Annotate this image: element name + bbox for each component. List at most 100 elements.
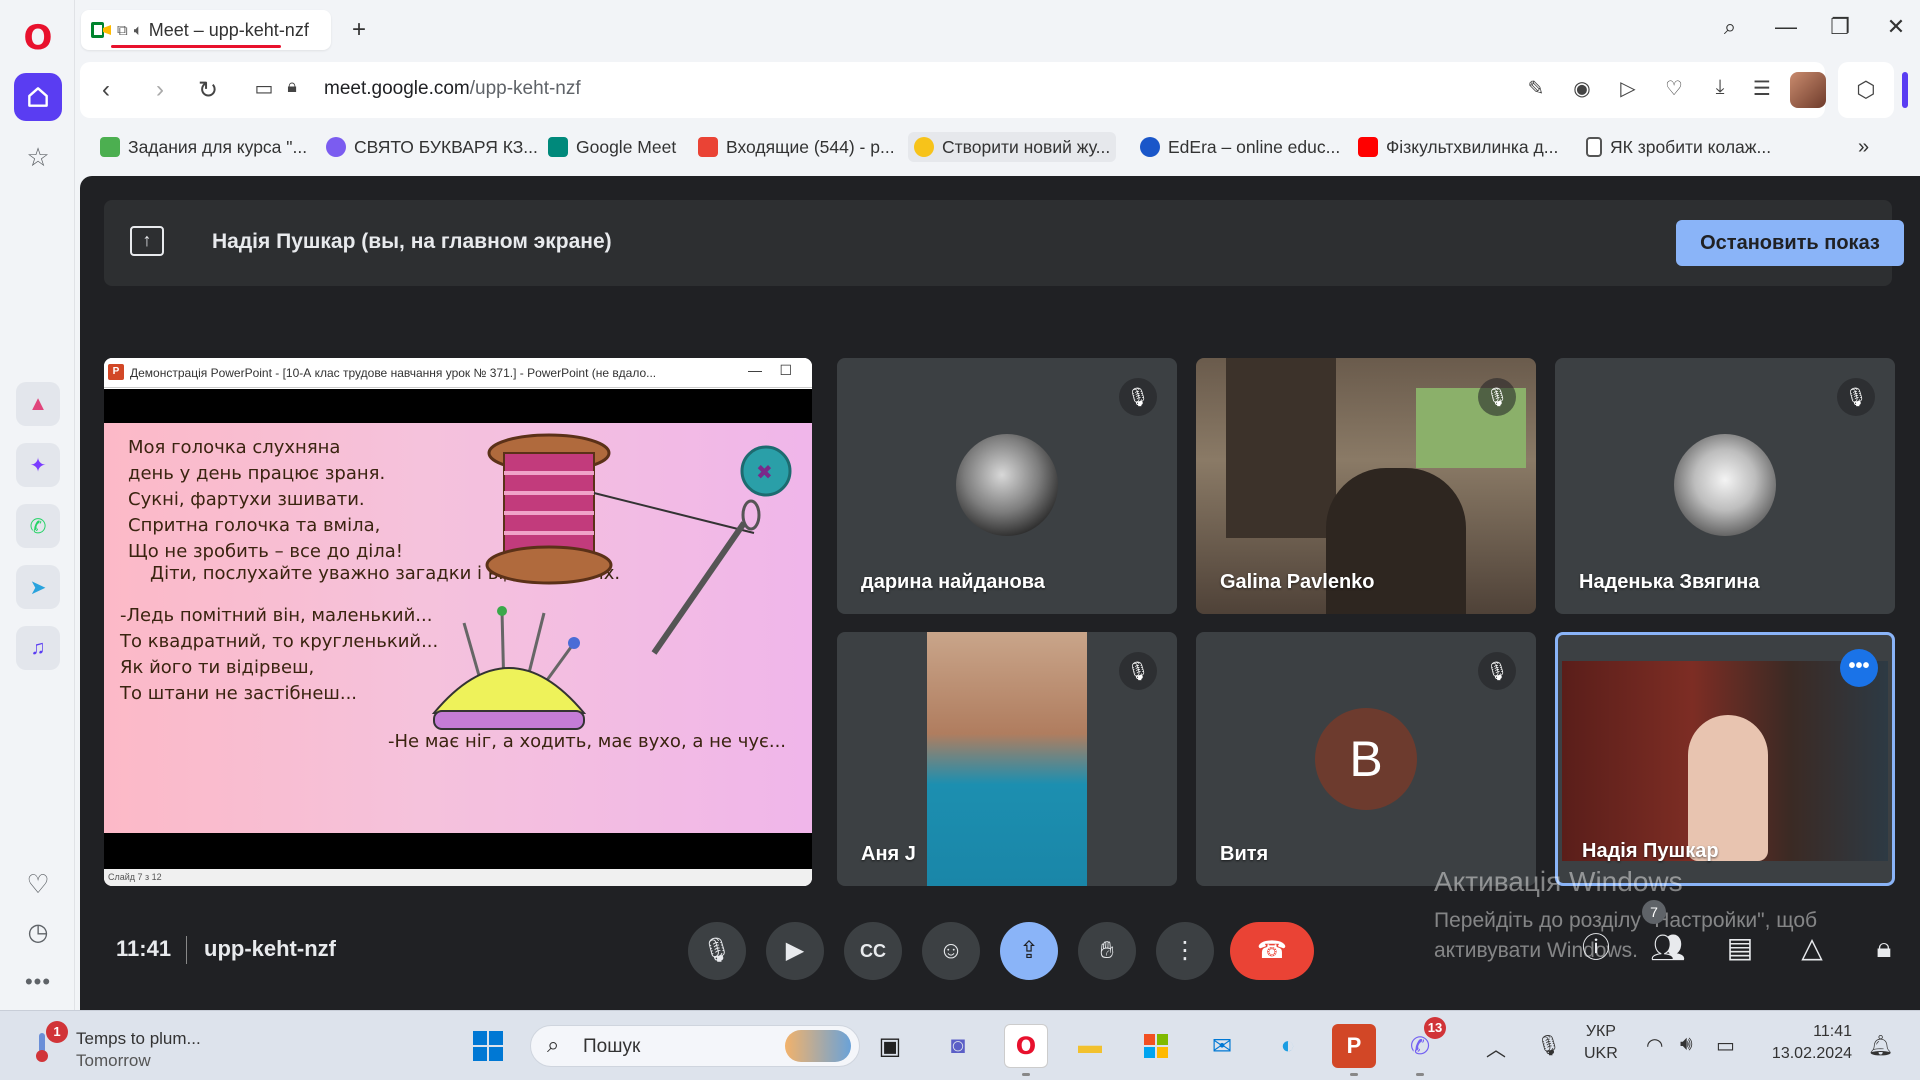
powerpoint-taskbar-icon[interactable]: P xyxy=(1332,1024,1376,1068)
present-screen-icon: ↑ xyxy=(130,226,164,256)
reload-icon[interactable]: ↻ xyxy=(194,76,222,105)
participant-tile[interactable]: 🎙︎ Аня J xyxy=(837,632,1177,886)
lock-icon[interactable]: 🔒︎ xyxy=(278,76,306,97)
search-tabs-icon[interactable]: ⌕ xyxy=(1715,14,1745,40)
bookmark-item[interactable]: Google Meet xyxy=(542,132,682,162)
bookmark-item[interactable]: СВЯТО БУКВАРЯ КЗ... xyxy=(320,132,544,162)
meeting-details-icon[interactable]: ⓘ xyxy=(1576,928,1616,968)
volume-icon[interactable]: 🔊︎ xyxy=(1680,1033,1693,1056)
home-icon[interactable] xyxy=(14,73,62,121)
stop-presenting-button[interactable]: Остановить показ xyxy=(1676,220,1904,266)
google-meet-icon xyxy=(548,137,568,157)
easy-setup-icon[interactable]: ☰ xyxy=(1748,76,1776,101)
tray-overflow-icon[interactable]: ︿ xyxy=(1486,1033,1506,1062)
raise-hand-button[interactable]: ✋︎ xyxy=(1078,922,1136,980)
emoji-button[interactable]: ☺ xyxy=(922,922,980,980)
task-view-icon[interactable]: ▣ xyxy=(868,1024,912,1068)
bookmark-item[interactable]: Створити новий жу... xyxy=(908,132,1117,162)
sidebar-accent xyxy=(1902,72,1908,108)
mail-icon[interactable]: ✉ xyxy=(1200,1024,1244,1068)
bookmark-item[interactable]: EdEra – online educ... xyxy=(1134,132,1346,162)
taskbar-search[interactable]: ⌕ Пошук xyxy=(530,1025,860,1067)
start-icon[interactable] xyxy=(466,1024,510,1068)
minimize-button[interactable]: — xyxy=(1771,14,1801,40)
store-icon[interactable] xyxy=(1134,1024,1178,1068)
classroom-icon xyxy=(100,137,120,157)
notifications-icon[interactable]: 🔔︎ xyxy=(1868,1033,1893,1058)
weather-text: Temps to plum... xyxy=(76,1029,201,1048)
messenger-icon[interactable]: ✦ xyxy=(16,443,60,487)
opera-menu-icon[interactable]: O xyxy=(14,14,62,62)
history-icon[interactable]: ◷ xyxy=(14,908,62,956)
windows-taskbar: 1 Temps to plum... Tomorrow ⌕ Пошук ▣ ◙ … xyxy=(0,1010,1920,1080)
people-icon[interactable]: 👥︎ xyxy=(1648,928,1688,968)
restore-button[interactable]: ❐ xyxy=(1825,14,1855,40)
battery-icon[interactable]: ▭ xyxy=(1716,1033,1735,1058)
meeting-time: 11:41 xyxy=(116,936,172,961)
host-controls-icon[interactable]: 🔒︎ xyxy=(1864,928,1904,968)
profile-avatar[interactable] xyxy=(1790,72,1826,108)
chat-icon[interactable]: ▤ xyxy=(1720,928,1760,968)
bookmark-item[interactable]: ЯК зробити колаж... xyxy=(1580,132,1777,162)
microphone-button[interactable]: 🎙︎ xyxy=(688,922,746,980)
bookmark-item[interactable]: Фізкультхвилинка д... xyxy=(1352,132,1564,162)
whatsapp-icon[interactable]: ✆ xyxy=(16,504,60,548)
participant-name: Витя xyxy=(1220,843,1269,865)
participant-tile[interactable]: 🎙︎ Наденька Звягина xyxy=(1555,358,1895,614)
snapshot-icon[interactable]: ◉ xyxy=(1568,76,1596,101)
file-explorer-icon[interactable]: ▬ xyxy=(1068,1024,1112,1068)
avatar-initial: B xyxy=(1315,708,1417,810)
camera-button[interactable]: ▶︎ xyxy=(766,922,824,980)
more-options-button[interactable]: ⋮ xyxy=(1156,922,1214,980)
video-feed xyxy=(927,632,1087,886)
more-options-icon[interactable]: ••• xyxy=(1840,649,1878,687)
search-highlight-image xyxy=(785,1030,851,1062)
url-field[interactable]: meet.google.com/upp-keht-nzf xyxy=(324,78,581,100)
tab-meet[interactable]: ⧉ 🔈︎ Meet – upp-keht-nzf xyxy=(81,10,331,50)
edit-icon[interactable]: ✎ xyxy=(1522,76,1550,101)
back-icon[interactable]: ‹ xyxy=(92,76,120,104)
tab-active-indicator xyxy=(111,45,281,48)
send-icon[interactable]: ▷ xyxy=(1614,76,1642,101)
extensions-icon[interactable]: ⬡ xyxy=(1838,62,1894,118)
divider xyxy=(186,936,187,964)
audio-playing-icon[interactable]: 🔈︎ xyxy=(134,22,143,39)
telegram-icon[interactable]: ➤ xyxy=(16,565,60,609)
bookmarks-overflow-icon[interactable]: » xyxy=(1852,132,1875,162)
aria-ai-icon[interactable]: ▲ xyxy=(16,382,60,426)
powerpoint-icon: P xyxy=(108,364,124,380)
activities-icon[interactable]: △ xyxy=(1792,928,1832,968)
more-icon[interactable]: ••• xyxy=(14,958,62,1006)
download-icon[interactable]: ⤓ xyxy=(1706,76,1734,99)
input-language[interactable]: УКР UKR xyxy=(1584,1021,1618,1065)
microphone-tray-icon[interactable]: 🎙︎ xyxy=(1536,1033,1561,1058)
leave-call-button[interactable]: ☎ xyxy=(1230,922,1314,980)
heart-icon[interactable]: ♡ xyxy=(14,860,62,908)
camera-permission-icon[interactable]: ▭ xyxy=(250,76,278,101)
heart-site-icon xyxy=(326,137,346,157)
tab-title: Meet – upp-keht-nzf xyxy=(148,19,309,40)
participant-name: Galina Pavlenko xyxy=(1220,571,1375,593)
favorite-heart-icon[interactable]: ♡ xyxy=(1660,76,1688,101)
teams-icon[interactable]: ◙ xyxy=(936,1024,980,1068)
present-button[interactable]: ⇪ xyxy=(1000,922,1058,980)
presentation-tile[interactable]: P Демонстрація PowerPoint - [10-А клас т… xyxy=(104,358,812,886)
opera-taskbar-icon[interactable]: O xyxy=(1004,1024,1048,1068)
forward-icon[interactable]: › xyxy=(146,76,174,104)
close-button[interactable]: ✕ xyxy=(1881,14,1911,40)
self-tile[interactable]: ••• Надія Пушкар xyxy=(1555,632,1895,886)
participant-tile[interactable]: 🎙︎ Galina Pavlenko xyxy=(1196,358,1536,614)
taskbar-clock[interactable]: 11:41 13.02.2024 xyxy=(1766,1021,1852,1065)
captions-button[interactable]: CC xyxy=(844,922,902,980)
participant-tile[interactable]: 🎙︎ дарина найданова xyxy=(837,358,1177,614)
edge-icon[interactable]: ◐ xyxy=(1266,1024,1310,1068)
bookmark-item[interactable]: Входящие (544) - р... xyxy=(692,132,901,162)
bookmark-item[interactable]: Задания для курса "... xyxy=(94,132,313,162)
participant-tile[interactable]: B 🎙︎ Витя xyxy=(1196,632,1536,886)
weather-widget[interactable]: 1 Temps to plum... Tomorrow xyxy=(26,1021,226,1071)
bookmarks-star-icon[interactable]: ☆ xyxy=(14,133,62,181)
new-tab-button[interactable]: + xyxy=(345,16,373,44)
music-player-icon[interactable]: ♫ xyxy=(16,626,60,670)
gmail-icon xyxy=(698,137,718,157)
wifi-icon[interactable]: ◠ xyxy=(1646,1033,1663,1058)
